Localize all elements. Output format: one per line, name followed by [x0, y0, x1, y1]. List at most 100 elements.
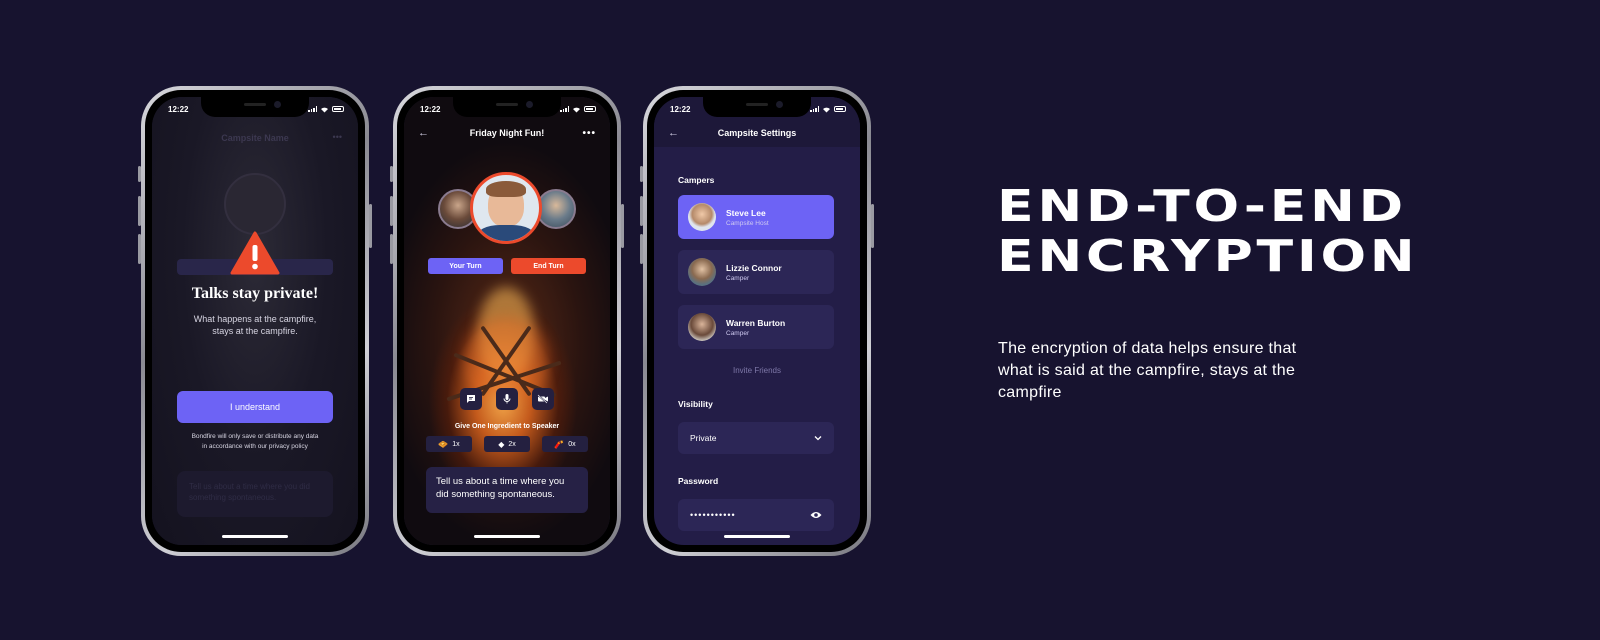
- campfire-screen: 12:22 ← Friday Night Fun! ••• Your Turn …: [404, 97, 610, 545]
- volume-down-button: [138, 234, 141, 264]
- battery-icon: [584, 106, 596, 112]
- privacy-subtitle-line: What happens at the campfire,: [193, 314, 317, 324]
- avatar: [688, 203, 716, 231]
- camper-name: Warren Burton: [726, 317, 786, 328]
- ingredient-count: 0x: [568, 440, 576, 448]
- chocolate-icon: 🧨: [554, 439, 565, 449]
- mute-switch: [640, 166, 643, 182]
- visibility-select[interactable]: Private: [678, 422, 834, 454]
- status-icons: [560, 106, 596, 113]
- battery-icon: [332, 106, 344, 112]
- visibility-value: Private: [690, 433, 717, 443]
- microphone-icon: [503, 394, 511, 404]
- status-time: 12:22: [168, 104, 189, 114]
- camper-row[interactable]: Lizzie Connor Camper: [678, 250, 834, 294]
- campers-label: Campers: [678, 175, 715, 185]
- back-arrow-icon[interactable]: ←: [418, 127, 432, 139]
- ghost-campsite-title: Campsite Name: [221, 133, 289, 143]
- privacy-screen: 12:22 Campsite Name ••• Talks stay priva…: [152, 97, 358, 545]
- camera-off-icon: [537, 394, 548, 404]
- status-time: 12:22: [420, 104, 441, 114]
- ghost-more-icon: •••: [332, 132, 342, 142]
- i-understand-button[interactable]: I understand: [177, 391, 333, 423]
- camper-row[interactable]: Warren Burton Camper: [678, 305, 834, 349]
- headline: END-TO-END ENCRYPTION: [997, 182, 1418, 282]
- power-button: [369, 204, 372, 248]
- ingredient-title: Give One Ingredient to Speaker: [454, 423, 560, 430]
- ingredient-count: 1x: [452, 440, 460, 448]
- chat-icon: [467, 395, 475, 403]
- camper-role: Camper: [726, 329, 750, 337]
- your-turn-button[interactable]: Your Turn: [428, 258, 503, 274]
- volume-up-button: [138, 196, 141, 226]
- camper-name: Steve Lee: [726, 207, 766, 218]
- headline-line: ENCRYPTION: [997, 231, 1419, 282]
- camper-role: Campsite Host: [726, 219, 769, 227]
- signal-icon: [308, 106, 317, 112]
- campfire-header: ← Friday Night Fun! •••: [404, 125, 610, 141]
- volume-up-button: [390, 196, 393, 226]
- ingredient-chip[interactable]: 🧨 0x: [542, 436, 588, 452]
- camper-row[interactable]: Steve Lee Campsite Host: [678, 195, 834, 239]
- marshmallow-icon: ◆: [498, 439, 505, 449]
- status-icons: [810, 106, 846, 113]
- chat-button[interactable]: [460, 388, 482, 410]
- password-value: •••••••••••: [690, 510, 736, 520]
- mute-switch: [138, 166, 141, 182]
- description-text: The encryption of data helps ensure that…: [998, 340, 1297, 401]
- volume-down-button: [640, 234, 643, 264]
- warning-icon: [230, 231, 280, 275]
- signal-icon: [810, 106, 819, 112]
- camera-off-button[interactable]: [532, 388, 554, 410]
- end-turn-button[interactable]: End Turn: [511, 258, 586, 274]
- privacy-note-line: in accordance with our privacy policy: [202, 442, 308, 450]
- status-bar: 12:22: [152, 102, 358, 116]
- eye-icon[interactable]: [810, 511, 822, 519]
- prompt-card: Tell us about a time where you did somet…: [426, 467, 588, 513]
- signal-icon: [560, 106, 569, 112]
- battery-icon: [834, 106, 846, 112]
- volume-up-button: [640, 196, 643, 226]
- camper-name: Lizzie Connor: [726, 262, 782, 273]
- privacy-subtitle: What happens at the campfire, stays at t…: [172, 313, 338, 337]
- wifi-icon: [823, 107, 830, 112]
- headline-line: END-TO-END: [997, 181, 1407, 232]
- wifi-icon: [573, 107, 580, 112]
- speaker-avatar[interactable]: [470, 172, 542, 244]
- volume-down-button: [390, 234, 393, 264]
- home-indicator[interactable]: [222, 535, 288, 538]
- campfire-title: Friday Night Fun!: [469, 128, 545, 138]
- privacy-subtitle-line: stays at the campfire.: [212, 326, 298, 336]
- status-bar: 12:22: [654, 102, 860, 116]
- privacy-title: Talks stay private!: [191, 285, 319, 302]
- status-bar: 12:22: [404, 102, 610, 116]
- ingredient-chip[interactable]: ◆ 2x: [484, 436, 530, 452]
- status-icons: [308, 106, 344, 113]
- ingredient-chip[interactable]: 🧇 1x: [426, 436, 472, 452]
- call-controls: [404, 388, 610, 410]
- more-options-icon[interactable]: •••: [582, 128, 596, 139]
- turn-buttons: Your Turn End Turn: [428, 258, 586, 274]
- home-indicator[interactable]: [474, 535, 540, 538]
- participant-avatar-right[interactable]: [536, 189, 576, 229]
- phone-mockup-campfire: 12:22 ← Friday Night Fun! ••• Your Turn …: [390, 86, 624, 556]
- power-button: [621, 204, 624, 248]
- password-field[interactable]: •••••••••••: [678, 499, 834, 531]
- password-label: Password: [678, 476, 719, 486]
- ingredient-count: 2x: [508, 440, 516, 448]
- back-arrow-icon[interactable]: ←: [668, 127, 682, 139]
- invite-friends-link[interactable]: Invite Friends: [654, 366, 860, 375]
- home-indicator[interactable]: [724, 535, 790, 538]
- phone-mockup-privacy: 12:22 Campsite Name ••• Talks stay priva…: [138, 86, 372, 556]
- settings-screen: 12:22 ← Campsite Settings Campers Steve …: [654, 97, 860, 545]
- power-button: [871, 204, 874, 248]
- waffle-icon: 🧇: [438, 439, 449, 449]
- avatar: [688, 313, 716, 341]
- settings-title: Campsite Settings: [717, 128, 797, 138]
- wifi-icon: [321, 107, 328, 112]
- privacy-note-line: Bondfire will only save or distribute an…: [191, 433, 319, 440]
- microphone-button[interactable]: [496, 388, 518, 410]
- status-time: 12:22: [670, 104, 691, 114]
- ingredient-chips: 🧇 1x ◆ 2x 🧨 0x: [426, 436, 588, 452]
- camper-role: Camper: [726, 274, 750, 282]
